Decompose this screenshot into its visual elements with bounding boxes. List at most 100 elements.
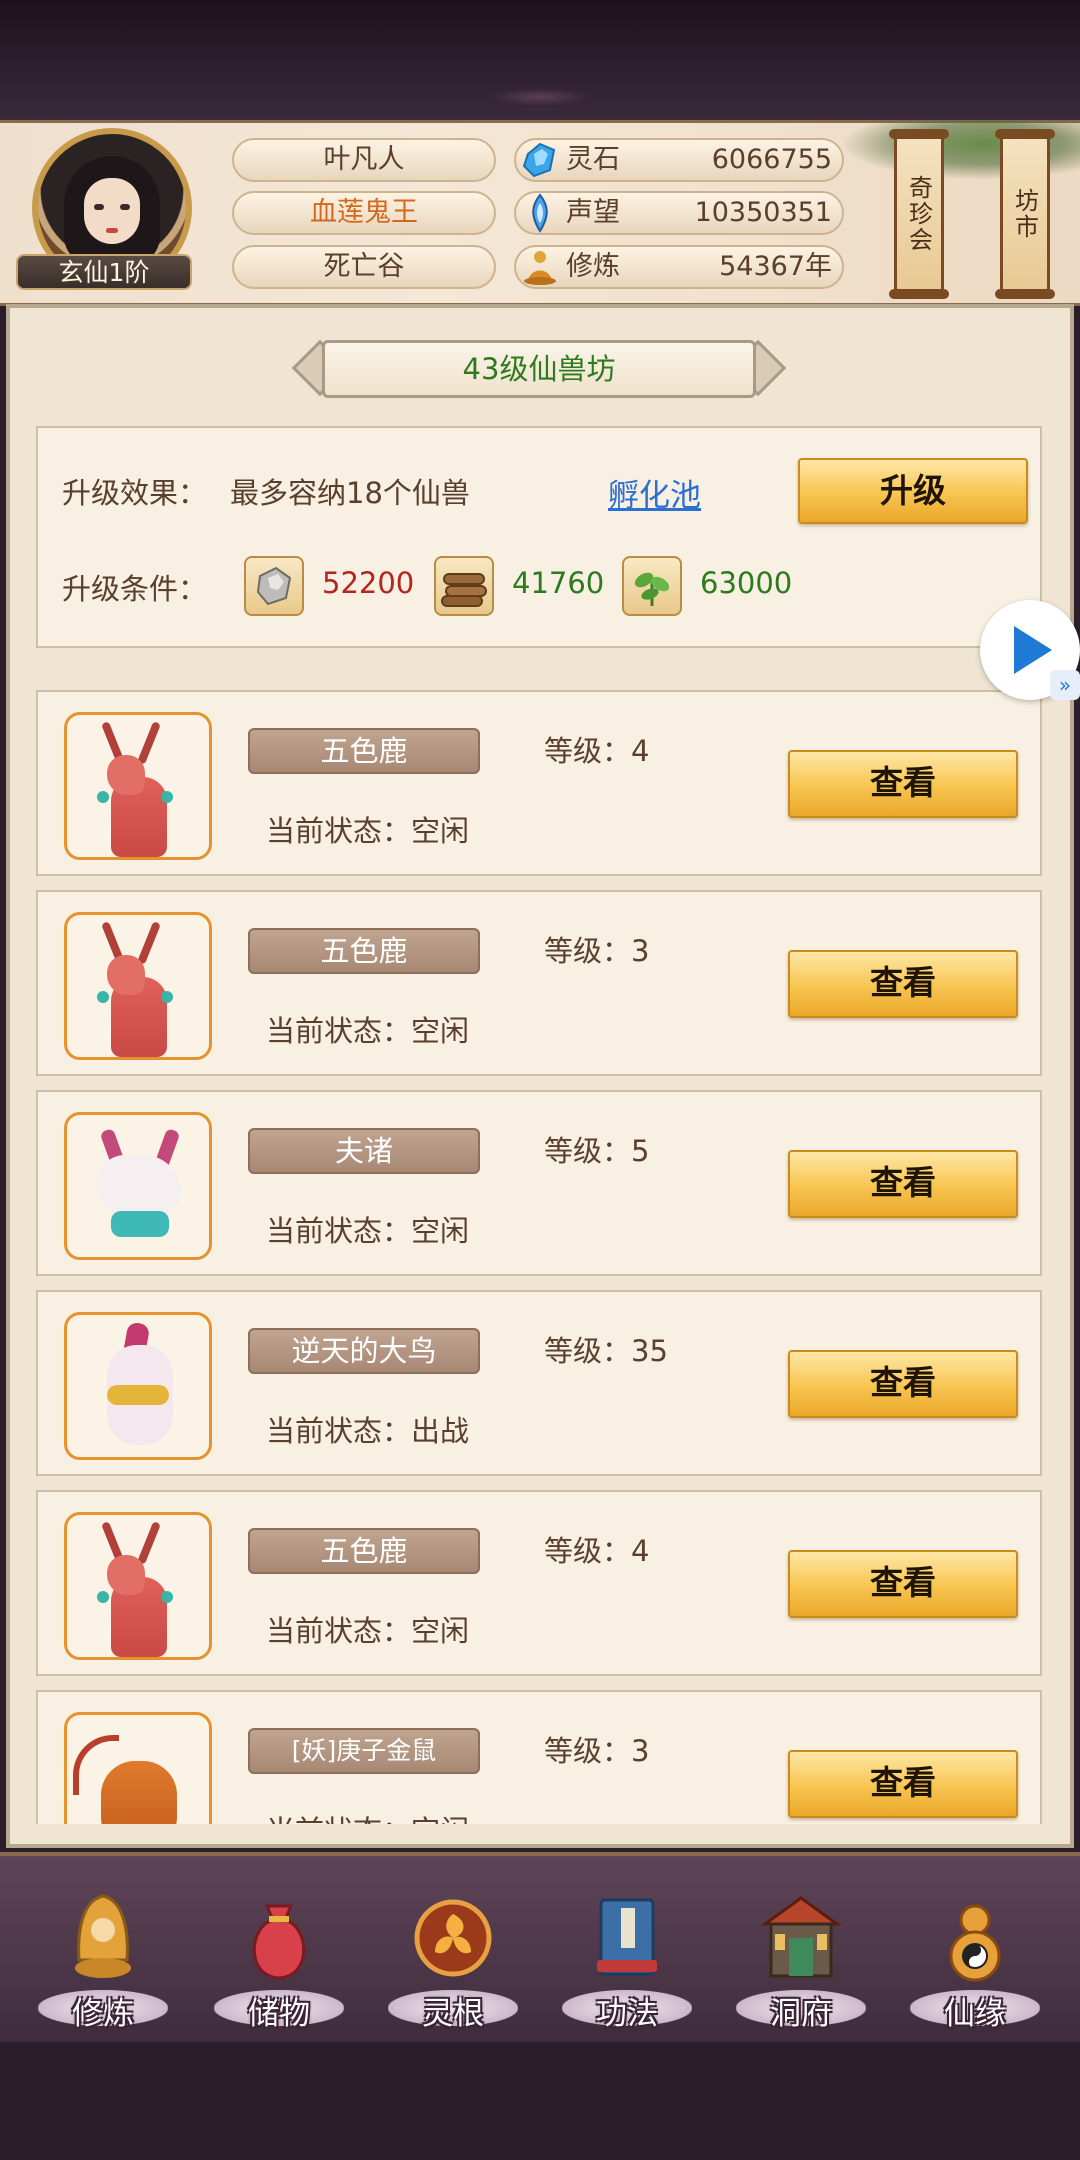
view-button[interactable]: 查看 xyxy=(788,1750,1018,1818)
hatch-pool-link[interactable]: 孵化池 xyxy=(608,470,701,515)
player-title: 血莲鬼王 xyxy=(232,191,496,235)
bird-portrait[interactable] xyxy=(64,1312,212,1460)
nav-techniques[interactable]: 功法 xyxy=(552,1870,702,2040)
player-location: 死亡谷 xyxy=(232,245,496,289)
rank-badge: 玄仙1阶 xyxy=(16,254,192,290)
upgrade-effect-value: 最多容纳18个仙兽 xyxy=(230,476,470,510)
monk-icon xyxy=(75,1894,131,1978)
view-button[interactable]: 查看 xyxy=(788,950,1018,1018)
deer-portrait[interactable] xyxy=(64,1512,212,1660)
building-title-plate: 43级仙兽坊 xyxy=(291,334,787,404)
beast-name: 逆天的大鸟 xyxy=(248,1328,480,1374)
beast-level: 等级：3 xyxy=(544,1734,650,1768)
bead xyxy=(97,1591,109,1603)
view-button[interactable]: 查看 xyxy=(788,1350,1018,1418)
beast-name: 五色鹿 xyxy=(248,728,480,774)
beast-state: 当前状态：空闲 xyxy=(266,1214,470,1248)
fox-portrait[interactable] xyxy=(64,1112,212,1260)
antler xyxy=(137,721,161,765)
bead xyxy=(97,791,109,803)
building-title: 43级仙兽坊 xyxy=(322,340,756,398)
rat-portrait[interactable] xyxy=(64,1712,212,1824)
deer-portrait[interactable] xyxy=(64,712,212,860)
nav-storage[interactable]: 储物 xyxy=(204,1870,354,2040)
nav-label: 仙缘 xyxy=(944,1996,1006,2032)
upgrade-button[interactable]: 升级 xyxy=(798,458,1028,524)
antler xyxy=(137,921,161,965)
bead xyxy=(161,1591,173,1603)
ore-icon xyxy=(244,556,304,616)
reputation-icon xyxy=(532,193,548,233)
fast-forward-icon: » xyxy=(1050,670,1080,700)
bead xyxy=(97,991,109,1003)
avatar-face xyxy=(84,178,140,244)
beast-state: 当前状态：空闲 xyxy=(266,814,470,848)
resource-label: 灵石 xyxy=(566,144,620,175)
top-ornament xyxy=(490,88,590,106)
avatar-mouth xyxy=(106,228,118,233)
spirit-root-icon xyxy=(414,1899,492,1977)
nav-label: 修炼 xyxy=(72,1996,134,2032)
resource-cultivation: 修炼 54367年 xyxy=(514,245,844,289)
bead xyxy=(161,791,173,803)
cultivation-icon xyxy=(524,251,556,285)
beast-level: 等级：4 xyxy=(544,1534,650,1568)
view-button[interactable]: 查看 xyxy=(788,1150,1018,1218)
material-wood-amount: 41760 xyxy=(512,566,605,600)
top-band xyxy=(0,0,1080,120)
cave-palace-icon xyxy=(761,1896,841,1978)
beast-level: 等级：3 xyxy=(544,934,650,968)
spirit-stone-icon xyxy=(522,142,556,178)
beast-state: 当前状态：空闲 xyxy=(266,1808,469,1824)
book-icon xyxy=(597,1898,657,1976)
avatar-eye xyxy=(94,204,104,210)
beast-level: 等级：4 xyxy=(544,734,650,768)
beast-name: 夫诸 xyxy=(248,1128,480,1174)
floating-play-button[interactable]: » xyxy=(980,600,1080,700)
scarf xyxy=(111,1211,169,1237)
beast-name: [妖]庚子金鼠 xyxy=(248,1728,480,1774)
beast-state: 当前状态：空闲 xyxy=(266,1014,470,1048)
material-herb-amount: 63000 xyxy=(700,566,793,600)
resource-value: 6066755 xyxy=(711,144,832,175)
bazaar-button[interactable]: 坊市 xyxy=(995,129,1055,299)
nav-label: 洞府 xyxy=(770,1996,832,2032)
nav-label: 功法 xyxy=(596,1996,658,2032)
nav-cave-palace[interactable]: 洞府 xyxy=(726,1870,876,2040)
view-button[interactable]: 查看 xyxy=(788,750,1018,818)
nav-spirit-root[interactable]: 灵根 xyxy=(378,1870,528,2040)
view-button[interactable]: 查看 xyxy=(788,1550,1018,1618)
gold-ring xyxy=(107,1385,169,1405)
beast-list[interactable]: 五色鹿 等级：4 当前状态：空闲 查看 五色鹿 等级：3 当前状态：空闲 查看 … xyxy=(36,690,1042,1824)
nav-label: 储物 xyxy=(248,1996,310,2032)
gourd-icon xyxy=(949,1904,1001,1982)
beast-name: 五色鹿 xyxy=(248,928,480,974)
resource-value: 10350351 xyxy=(694,197,832,228)
bead xyxy=(161,991,173,1003)
beast-row: [妖]庚子金鼠 等级：3 当前状态：空闲 查看 xyxy=(36,1690,1042,1824)
upgrade-condition-label: 升级条件： xyxy=(62,572,208,606)
beast-state: 当前状态：出战 xyxy=(266,1414,470,1448)
treasure-market-button[interactable]: 奇珍会 xyxy=(889,129,949,299)
deer-head xyxy=(107,955,145,995)
antler xyxy=(137,1521,161,1565)
resource-label: 声望 xyxy=(566,197,620,228)
beast-row: 五色鹿 等级：4 当前状态：空闲 查看 xyxy=(36,1490,1042,1676)
deer-portrait[interactable] xyxy=(64,912,212,1060)
beast-row: 夫诸 等级：5 当前状态：空闲 查看 xyxy=(36,1090,1042,1276)
beast-row: 逆天的大鸟 等级：35 当前状态：出战 查看 xyxy=(36,1290,1042,1476)
beast-level: 等级：5 xyxy=(544,1134,650,1168)
bottom-band xyxy=(0,2042,1080,2160)
material-ore-amount: 52200 xyxy=(322,566,415,600)
beast-level: 等级：35 xyxy=(544,1334,668,1368)
beast-name: 五色鹿 xyxy=(248,1528,480,1574)
herb-icon xyxy=(622,556,682,616)
rat-body xyxy=(101,1761,177,1824)
bag-icon xyxy=(252,1904,306,1980)
resource-value: 54367年 xyxy=(719,251,832,282)
play-icon xyxy=(1014,626,1052,674)
nav-fate[interactable]: 仙缘 xyxy=(900,1870,1050,2040)
upgrade-effect-label: 升级效果： xyxy=(62,476,208,510)
deer-head xyxy=(107,1555,145,1595)
nav-cultivate[interactable]: 修炼 xyxy=(28,1870,178,2040)
